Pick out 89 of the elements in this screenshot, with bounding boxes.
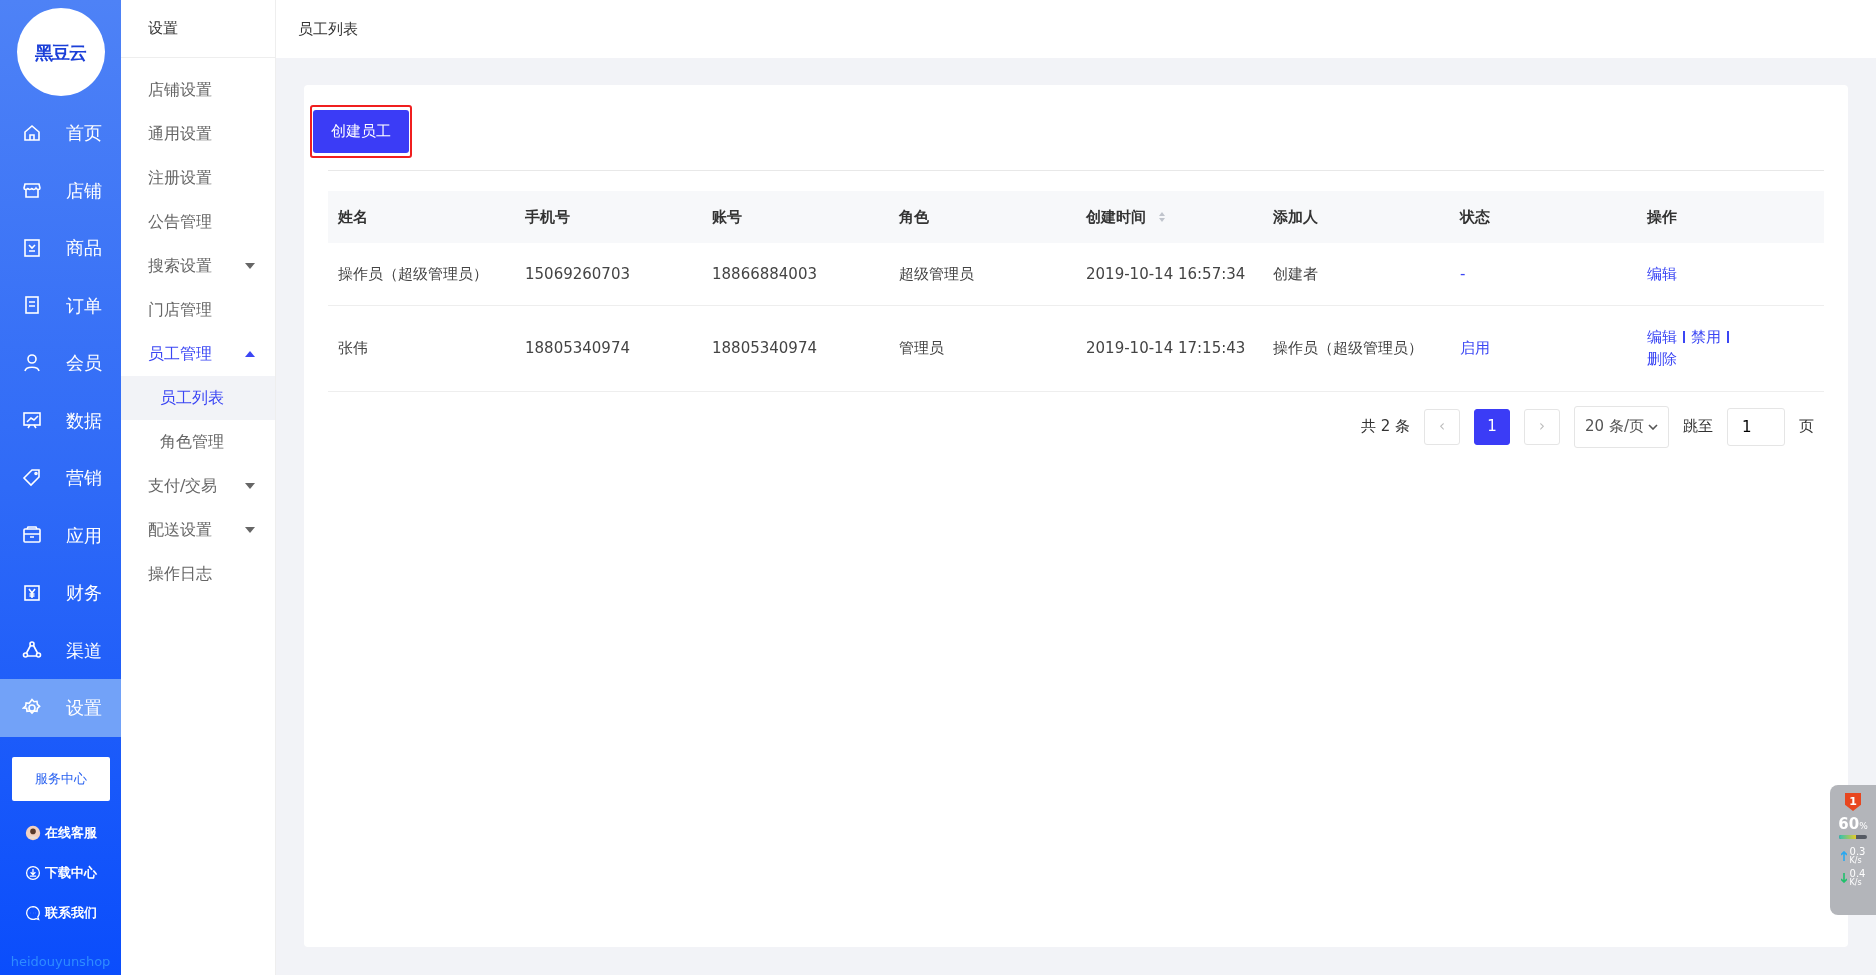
transfer-rate: 0.3 K/s [1849, 847, 1866, 865]
column-header: 添加人 [1263, 191, 1450, 243]
submenu-item[interactable]: 员工列表 [121, 376, 275, 420]
tag-icon [22, 467, 42, 488]
page-size-select[interactable]: 20 条/页 [1574, 405, 1669, 448]
action-link[interactable]: 编辑 [1647, 327, 1677, 346]
column-header: 手机号 [515, 191, 702, 243]
column-header: 姓名 [328, 191, 515, 243]
action-divider [1727, 331, 1729, 343]
transfer-rate: 0.4 K/s [1849, 869, 1866, 887]
table-cell: 操作员（超级管理员） [328, 243, 515, 305]
status-text: 启用 [1460, 338, 1490, 357]
menu-item[interactable]: 公告管理 [121, 200, 275, 244]
nav-item[interactable]: 订单 [0, 276, 121, 334]
box-icon [22, 525, 42, 546]
page-suffix: 页 [1799, 416, 1814, 438]
store-icon [22, 180, 42, 201]
table-cell: 创建者 [1263, 243, 1450, 305]
menu-item[interactable]: 支付/交易 [121, 464, 275, 508]
action-link[interactable]: 禁用 [1691, 327, 1721, 346]
table-cell: 18805340974 [515, 305, 702, 391]
table-cell: 2019-10-14 17:15:43 [1076, 305, 1263, 391]
download-arrow-icon [1840, 873, 1847, 883]
column-header[interactable]: 创建时间 [1076, 191, 1263, 243]
action-link[interactable]: 编辑 [1647, 264, 1677, 283]
network-icon [22, 640, 42, 661]
caret-down-icon [245, 263, 255, 269]
usage-percent: 60% [1838, 817, 1868, 832]
caret-down-icon [245, 483, 255, 489]
sidebar-link[interactable]: 在线客服 [24, 812, 97, 853]
table-cell: 18805340974 [702, 305, 889, 391]
menu-item[interactable]: 操作日志 [121, 552, 275, 596]
sidebar-link[interactable]: 联系我们 [24, 892, 97, 933]
avatar-icon [24, 824, 41, 841]
menu-item[interactable]: 搜索设置 [121, 244, 275, 288]
table-cell: 张伟 [328, 305, 515, 391]
menu-item[interactable]: 门店管理 [121, 288, 275, 332]
action-divider [1683, 331, 1685, 343]
menu-item[interactable]: 配送设置 [121, 508, 275, 552]
column-header: 角色 [889, 191, 1076, 243]
chat-icon [24, 904, 41, 921]
table-cell: 超级管理员 [889, 243, 1076, 305]
menu-item[interactable]: 员工管理 [121, 332, 275, 376]
sidebar-link[interactable]: 下载中心 [24, 852, 97, 893]
bag-icon [22, 237, 42, 258]
menu-item[interactable]: 通用设置 [121, 112, 275, 156]
jump-label: 跳至 [1683, 416, 1713, 438]
nav-item[interactable]: 数据 [0, 391, 121, 449]
chart-icon [22, 410, 42, 431]
shield-badge: 1 [1845, 793, 1861, 811]
upload-arrow-icon [1840, 851, 1847, 861]
user-icon [22, 352, 42, 373]
nav-item[interactable]: 应用 [0, 506, 121, 564]
menu-item[interactable]: 店铺设置 [121, 68, 275, 112]
page-title: 员工列表 [276, 0, 1876, 58]
nav-item[interactable]: 商品 [0, 219, 121, 277]
nav-item[interactable]: 营销 [0, 449, 121, 507]
column-header: 状态 [1450, 191, 1637, 243]
logo: 黑豆云 [16, 8, 105, 96]
nav-item[interactable]: 首页 [0, 104, 121, 162]
table-cell: 15069260703 [515, 243, 702, 305]
column-header: 操作 [1637, 191, 1824, 243]
document-icon [22, 295, 42, 316]
download-icon [24, 864, 41, 881]
action-link[interactable]: 删除 [1647, 350, 1677, 368]
table-cell: 18866884003 [702, 243, 889, 305]
submenu-item[interactable]: 角色管理 [121, 420, 275, 464]
caret-down-icon [245, 527, 255, 533]
page-jump-field[interactable]: 1 [1727, 407, 1785, 446]
sub-sidebar-title: 设置 [121, 0, 275, 58]
nav-item[interactable]: 会员 [0, 334, 121, 392]
column-header: 账号 [702, 191, 889, 243]
total-count: 共 2 条 [1361, 416, 1411, 438]
yen-icon [22, 582, 42, 603]
nav-item[interactable]: 店铺 [0, 161, 121, 219]
caret-up-icon [245, 351, 255, 357]
page-button[interactable]: 1 [1474, 408, 1511, 445]
service-center-button[interactable]: 服务中心 [11, 756, 110, 801]
table-cell: 2019-10-14 16:57:34 [1076, 243, 1263, 305]
table-cell: 操作员（超级管理员） [1263, 305, 1450, 391]
brand-text: heidouyunshop [10, 952, 111, 971]
nav-item[interactable]: 渠道 [0, 621, 121, 679]
nav-item[interactable]: 财务 [0, 564, 121, 622]
home-icon [22, 122, 42, 143]
chevron-down-icon [1648, 423, 1658, 430]
menu-item[interactable]: 注册设置 [121, 156, 275, 200]
create-employee-button[interactable]: 创建员工 [313, 110, 409, 153]
status-text: - [1460, 264, 1466, 283]
table-cell: 管理员 [889, 305, 1076, 391]
